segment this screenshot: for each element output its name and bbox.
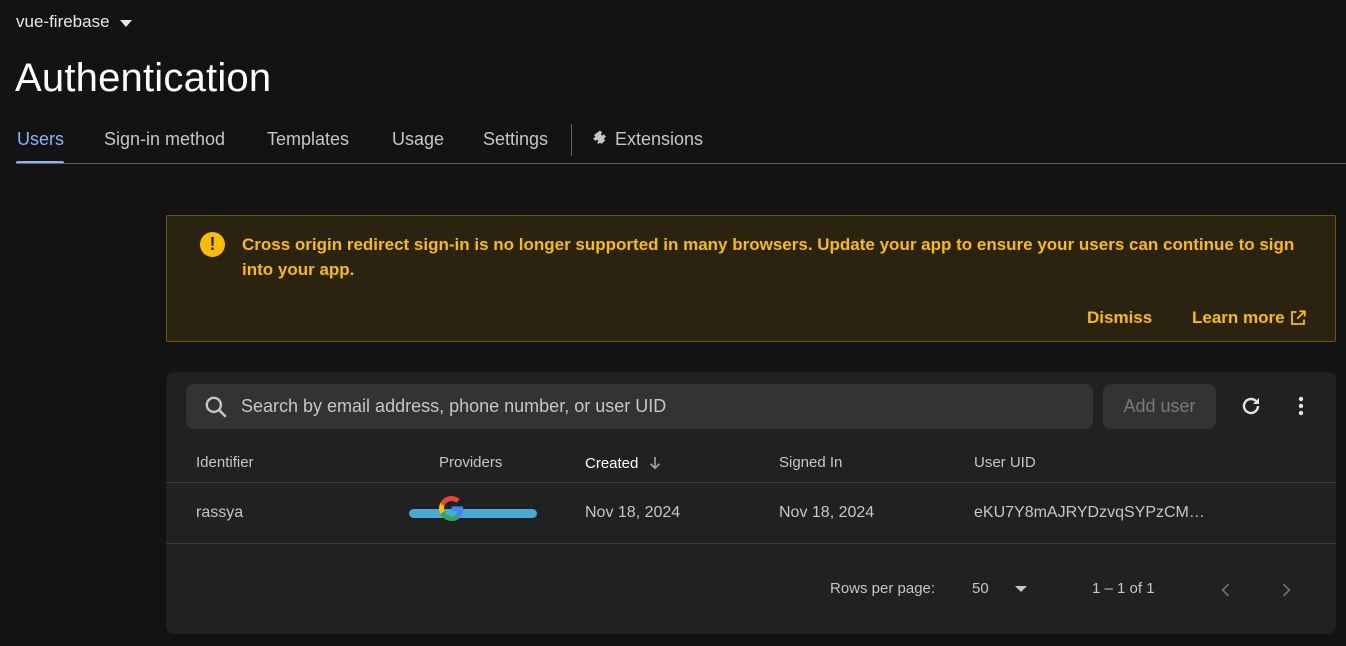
tab-baseline	[16, 163, 1346, 164]
tab-extensions-label: Extensions	[615, 129, 704, 149]
learn-more-label: Learn more	[1192, 308, 1285, 327]
tab-users[interactable]: Users	[17, 129, 64, 150]
column-header-providers: Providers	[439, 454, 503, 471]
header-divider	[166, 482, 1336, 483]
search-icon	[203, 394, 229, 420]
banner-message: Cross origin redirect sign-in is no long…	[242, 235, 1295, 279]
more-vert-icon[interactable]	[1289, 394, 1313, 418]
learn-more-link[interactable]: Learn more	[1192, 308, 1307, 328]
row-divider	[166, 543, 1336, 544]
tab-settings[interactable]: Settings	[483, 129, 548, 150]
cell-signed-in: Nov 18, 2024	[779, 504, 875, 521]
chevron-left-icon[interactable]	[1216, 580, 1236, 600]
arrow-down-icon	[650, 457, 661, 470]
redaction-mark	[409, 509, 537, 518]
users-card: Add user Identifier Providers Created Si…	[166, 372, 1336, 634]
project-selector[interactable]: vue-firebase	[16, 12, 132, 32]
column-header-identifier[interactable]: Identifier	[196, 454, 254, 471]
google-icon	[439, 496, 464, 521]
column-header-created[interactable]: Created	[585, 454, 664, 472]
tab-bar: Users Sign-in method Templates Usage Set…	[0, 118, 1346, 164]
rows-per-page-label: Rows per page:	[830, 580, 936, 597]
column-header-created-label: Created	[585, 454, 639, 472]
refresh-icon[interactable]	[1239, 394, 1263, 418]
search-input[interactable]	[241, 396, 1061, 417]
dismiss-button[interactable]: Dismiss	[1087, 308, 1152, 328]
external-link-icon	[1290, 310, 1306, 325]
add-user-button[interactable]: Add user	[1103, 384, 1216, 429]
cell-user-uid: eKU7Y8mAJRYDzvqSYPzCM…	[974, 504, 1205, 521]
search-bar	[186, 384, 1093, 429]
tab-templates[interactable]: Templates	[267, 129, 349, 150]
tab-usage[interactable]: Usage	[392, 129, 444, 150]
rows-per-page-select[interactable]: 50	[972, 580, 989, 597]
caret-down-icon[interactable]	[1015, 586, 1027, 592]
caret-down-icon	[119, 19, 132, 27]
warning-banner: ! Cross origin redirect sign-in is no lo…	[166, 215, 1336, 342]
pagination-range: 1 – 1 of 1	[1092, 580, 1155, 597]
chevron-right-icon[interactable]	[1276, 580, 1296, 600]
tab-sign-in-method[interactable]: Sign-in method	[104, 129, 225, 150]
cell-created: Nov 18, 2024	[585, 504, 681, 521]
column-header-signed-in[interactable]: Signed In	[779, 454, 842, 471]
puzzle-icon	[593, 130, 606, 144]
column-header-user-uid: User UID	[974, 454, 1036, 471]
project-name: vue-firebase	[16, 12, 110, 31]
tab-extensions[interactable]: Extensions	[591, 129, 703, 150]
page-title: Authentication	[15, 56, 272, 100]
cell-identifier: rassya	[196, 504, 244, 521]
warning-icon: !	[200, 232, 225, 257]
tab-divider	[571, 124, 572, 156]
